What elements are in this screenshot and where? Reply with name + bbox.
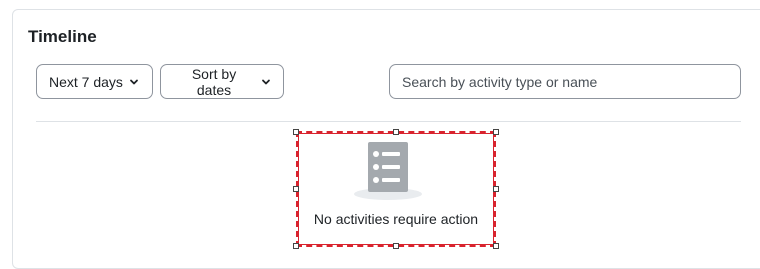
day-filter-dropdown[interactable]: Next 7 days [36,64,153,99]
resize-handle[interactable] [293,243,299,249]
resize-handle[interactable] [393,243,399,249]
chevron-down-icon [130,79,138,84]
resize-handle[interactable] [393,129,399,135]
chevron-down-icon [262,79,270,84]
empty-state-message: No activities require action [313,211,479,227]
sort-label: Sort by dates [191,65,237,98]
block-title: Timeline [28,27,97,46]
divider [36,121,741,122]
resize-handle[interactable] [493,186,499,192]
activity-list-icon [354,142,422,200]
resize-handle[interactable] [293,186,299,192]
search-input[interactable] [389,64,741,99]
resize-handle[interactable] [293,129,299,135]
sort-dropdown[interactable]: Sort by dates [160,64,284,99]
resize-handle[interactable] [493,129,499,135]
resize-handle[interactable] [493,243,499,249]
day-filter-label: Next 7 days [49,73,123,90]
